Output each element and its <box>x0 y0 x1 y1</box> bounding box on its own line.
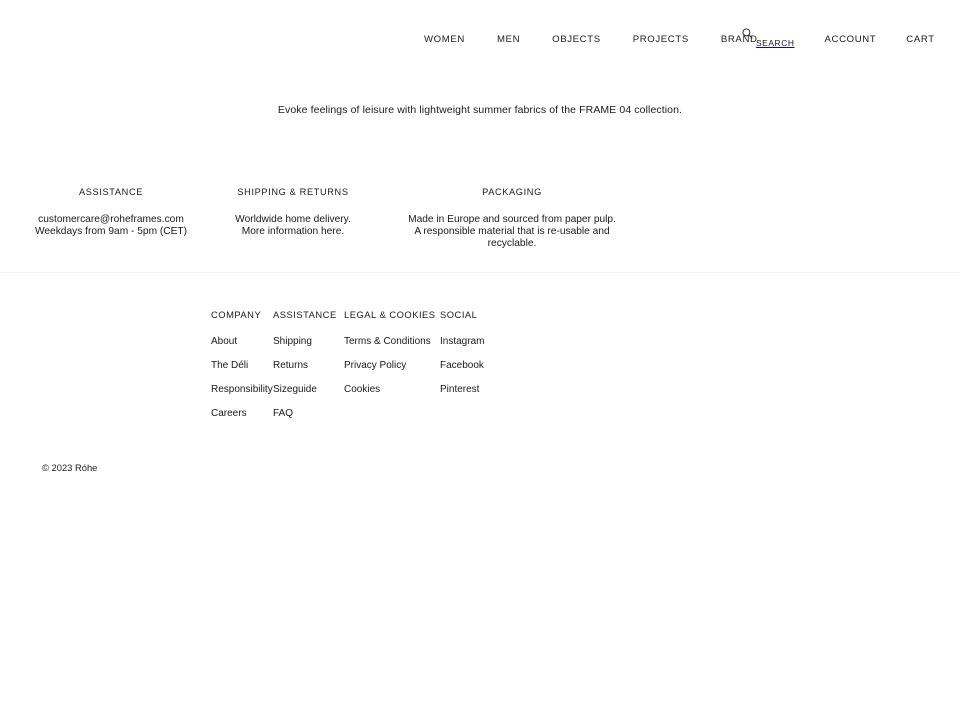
footer-link-the-deli[interactable]: The Déli <box>211 359 273 373</box>
info-line: Worldwide home delivery. <box>235 214 351 225</box>
footer-link-about[interactable]: About <box>211 335 273 349</box>
footer-column-assistance: ASSISTANCE Shipping Returns Sizeguide FA… <box>273 308 344 431</box>
nav-item-men[interactable]: MEN <box>497 33 520 47</box>
info-line: Weekdays from 9am - 5pm (CET) <box>34 225 188 237</box>
search-button[interactable]: SEARCH <box>742 26 795 49</box>
info-title-assistance: ASSISTANCE <box>78 187 144 197</box>
footer-link-cookies[interactable]: Cookies <box>344 383 440 397</box>
info-title-packaging: PACKAGING <box>482 187 542 197</box>
utility-navigation: SEARCH ACCOUNT CART <box>742 26 935 49</box>
info-column-assistance: ASSISTANCE customercare@roheframes.com W… <box>24 185 198 249</box>
info-body-shipping-returns: Worldwide home delivery. More informatio… <box>206 214 380 238</box>
search-label: SEARCH <box>756 38 795 48</box>
footer-column-legal-cookies: LEGAL & COOKIES Terms & Conditions Priva… <box>344 308 440 431</box>
info-line: customercare@roheframes.com <box>38 214 184 225</box>
footer-link-shipping[interactable]: Shipping <box>273 335 344 349</box>
footer-heading-social: SOCIAL <box>440 309 478 320</box>
footer-link-instagram[interactable]: Instagram <box>440 335 540 349</box>
footer-link-responsibility[interactable]: Responsibility <box>211 383 273 397</box>
site-header: WOMEN MEN OBJECTS PROJECTS BRAND SEARCH … <box>0 0 960 80</box>
footer-heading-legal-cookies: LEGAL & COOKIES <box>344 309 436 320</box>
info-line: A responsible material that is re-usable… <box>414 225 610 237</box>
section-divider <box>0 272 960 273</box>
footer-link-returns[interactable]: Returns <box>273 359 344 373</box>
info-columns: ASSISTANCE customercare@roheframes.com W… <box>24 185 624 249</box>
nav-item-cart[interactable]: CART <box>906 33 934 47</box>
footer-column-company: COMPANY About The Déli Responsibility Ca… <box>211 308 273 431</box>
primary-navigation: WOMEN MEN OBJECTS PROJECTS BRAND <box>424 33 790 47</box>
footer-link-pinterest[interactable]: Pinterest <box>440 383 540 397</box>
hero-tagline: Evoke feelings of leisure with lightweig… <box>277 104 683 116</box>
info-body-packaging: Made in Europe and sourced from paper pu… <box>402 214 622 249</box>
site-logo[interactable] <box>42 28 162 52</box>
nav-item-account[interactable]: ACCOUNT <box>825 33 877 47</box>
footer-heading-assistance: ASSISTANCE <box>273 309 337 320</box>
info-line: recyclable. <box>487 237 537 249</box>
footer-link-faq[interactable]: FAQ <box>273 407 344 421</box>
info-body-assistance: customercare@roheframes.com Weekdays fro… <box>24 214 198 238</box>
nav-item-projects[interactable]: PROJECTS <box>633 33 689 47</box>
copyright-notice: © 2023 Róhe <box>42 462 98 473</box>
footer-link-sizeguide[interactable]: Sizeguide <box>273 383 344 397</box>
footer-link-careers[interactable]: Careers <box>211 407 273 421</box>
footer-link-privacy-policy[interactable]: Privacy Policy <box>344 359 440 373</box>
site-footer: COMPANY About The Déli Responsibility Ca… <box>211 308 540 431</box>
info-column-packaging: PACKAGING Made in Europe and sourced fro… <box>402 185 622 249</box>
footer-column-social: SOCIAL Instagram Facebook Pinterest <box>440 308 540 431</box>
nav-item-women[interactable]: WOMEN <box>424 33 465 47</box>
footer-heading-company: COMPANY <box>211 309 262 320</box>
info-column-shipping-returns: SHIPPING & RETURNS Worldwide home delive… <box>206 185 380 249</box>
info-line[interactable]: More information here. <box>206 226 380 238</box>
nav-item-objects[interactable]: OBJECTS <box>552 33 601 47</box>
footer-link-terms-conditions[interactable]: Terms & Conditions <box>344 335 440 349</box>
page-root: WOMEN MEN OBJECTS PROJECTS BRAND SEARCH … <box>0 0 960 720</box>
footer-link-facebook[interactable]: Facebook <box>440 359 540 373</box>
info-title-shipping-returns: SHIPPING & RETURNS <box>237 187 349 197</box>
search-icon <box>742 28 753 39</box>
info-line: Made in Europe and sourced from paper pu… <box>408 214 616 225</box>
